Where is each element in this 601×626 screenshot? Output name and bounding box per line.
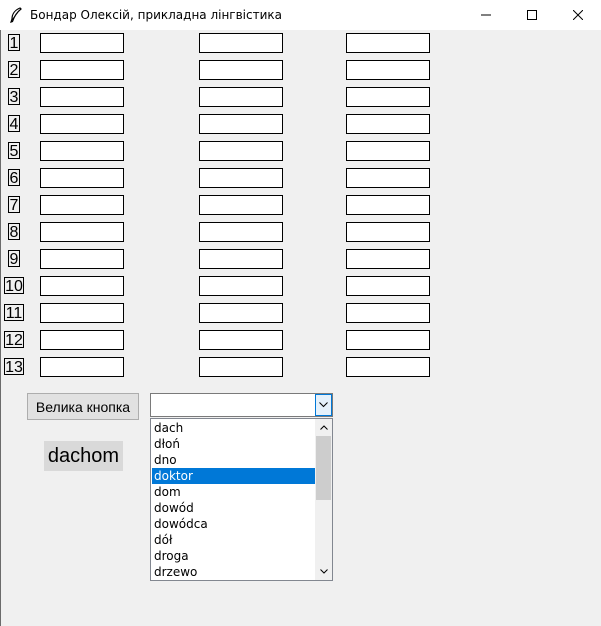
window-border — [0, 30, 1, 626]
entry-field-col3[interactable] — [346, 141, 430, 161]
minimize-button[interactable] — [463, 0, 509, 30]
feather-icon — [9, 7, 23, 23]
entry-field-col2[interactable] — [199, 168, 283, 188]
row-number: 1 — [8, 34, 20, 52]
entry-field-col3[interactable] — [346, 357, 430, 377]
row-number: 11 — [4, 304, 24, 322]
chevron-up-icon — [319, 425, 328, 430]
entry-field-col1[interactable] — [40, 249, 124, 269]
entry-field-col2[interactable] — [199, 114, 283, 134]
entry-field-col1[interactable] — [40, 276, 124, 296]
entry-field-col1[interactable] — [40, 33, 124, 53]
window-title: Бондар Олексій, прикладна лінгвістика — [30, 8, 282, 22]
entry-field-col1[interactable] — [40, 222, 124, 242]
dropdown-list[interactable]: dach dłoń dno doktor dom dowód dowódca d… — [150, 418, 333, 581]
entry-field-col3[interactable] — [346, 114, 430, 134]
list-item[interactable]: droga — [152, 548, 316, 564]
entry-field-col3[interactable] — [346, 276, 430, 296]
row-number: 9 — [8, 250, 20, 268]
row-number: 7 — [8, 196, 20, 214]
result-label: dachom — [44, 441, 123, 471]
row-number: 12 — [4, 331, 24, 349]
close-button[interactable] — [555, 0, 601, 30]
list-item[interactable]: dno — [152, 452, 316, 468]
entry-field-col1[interactable] — [40, 114, 124, 134]
entry-field-col3[interactable] — [346, 195, 430, 215]
row-number: 3 — [8, 88, 20, 106]
row-number: 5 — [8, 142, 20, 160]
entry-field-col2[interactable] — [199, 87, 283, 107]
entry-field-col2[interactable] — [199, 330, 283, 350]
entry-field-col2[interactable] — [199, 33, 283, 53]
row-number: 10 — [4, 277, 24, 295]
big-button[interactable]: Велика кнопка — [27, 393, 139, 420]
entry-field-col3[interactable] — [346, 33, 430, 53]
scroll-up-button[interactable] — [315, 419, 332, 436]
list-item-selected[interactable]: doktor — [152, 468, 316, 484]
entry-field-col1[interactable] — [40, 168, 124, 188]
list-item[interactable]: dom — [152, 484, 316, 500]
title-bar: Бондар Олексій, прикладна лінгвістика — [0, 0, 601, 30]
entry-field-col1[interactable] — [40, 60, 124, 80]
word-combobox[interactable] — [150, 393, 333, 417]
entry-field-col2[interactable] — [199, 60, 283, 80]
entry-field-col1[interactable] — [40, 195, 124, 215]
entry-field-col2[interactable] — [199, 249, 283, 269]
vertical-scrollbar[interactable] — [315, 419, 332, 580]
entry-field-col2[interactable] — [199, 276, 283, 296]
entry-field-col3[interactable] — [346, 87, 430, 107]
dropdown-button[interactable] — [315, 394, 332, 416]
entry-field-col3[interactable] — [346, 330, 430, 350]
list-item[interactable]: dowódca — [152, 516, 316, 532]
scroll-thumb[interactable] — [316, 436, 331, 500]
list-item[interactable]: dłoń — [152, 436, 316, 452]
entry-field-col1[interactable] — [40, 303, 124, 323]
entry-field-col2[interactable] — [199, 195, 283, 215]
entry-field-col2[interactable] — [199, 141, 283, 161]
list-item[interactable]: dół — [152, 532, 316, 548]
row-number: 8 — [8, 223, 20, 241]
entry-field-col1[interactable] — [40, 357, 124, 377]
row-number: 6 — [8, 169, 20, 187]
maximize-button[interactable] — [509, 0, 555, 30]
row-number: 4 — [8, 115, 20, 133]
entry-field-col3[interactable] — [346, 303, 430, 323]
entry-field-col1[interactable] — [40, 87, 124, 107]
list-item[interactable]: dowód — [152, 500, 316, 516]
list-item[interactable]: drzewo — [152, 564, 316, 580]
close-icon — [573, 10, 583, 20]
row-number: 2 — [8, 61, 20, 79]
entry-field-col3[interactable] — [346, 60, 430, 80]
minimize-icon — [481, 14, 491, 16]
entry-field-col3[interactable] — [346, 168, 430, 188]
chevron-down-icon — [319, 402, 328, 408]
entry-field-col1[interactable] — [40, 141, 124, 161]
list-item[interactable]: dach — [152, 420, 316, 436]
entry-field-col2[interactable] — [199, 303, 283, 323]
entry-field-col3[interactable] — [346, 249, 430, 269]
row-number: 13 — [4, 358, 24, 376]
entry-field-col1[interactable] — [40, 330, 124, 350]
scroll-down-button[interactable] — [315, 563, 332, 580]
entry-field-col2[interactable] — [199, 222, 283, 242]
entry-field-col2[interactable] — [199, 357, 283, 377]
entry-field-col3[interactable] — [346, 222, 430, 242]
maximize-icon — [527, 10, 537, 20]
chevron-down-icon — [319, 569, 328, 574]
